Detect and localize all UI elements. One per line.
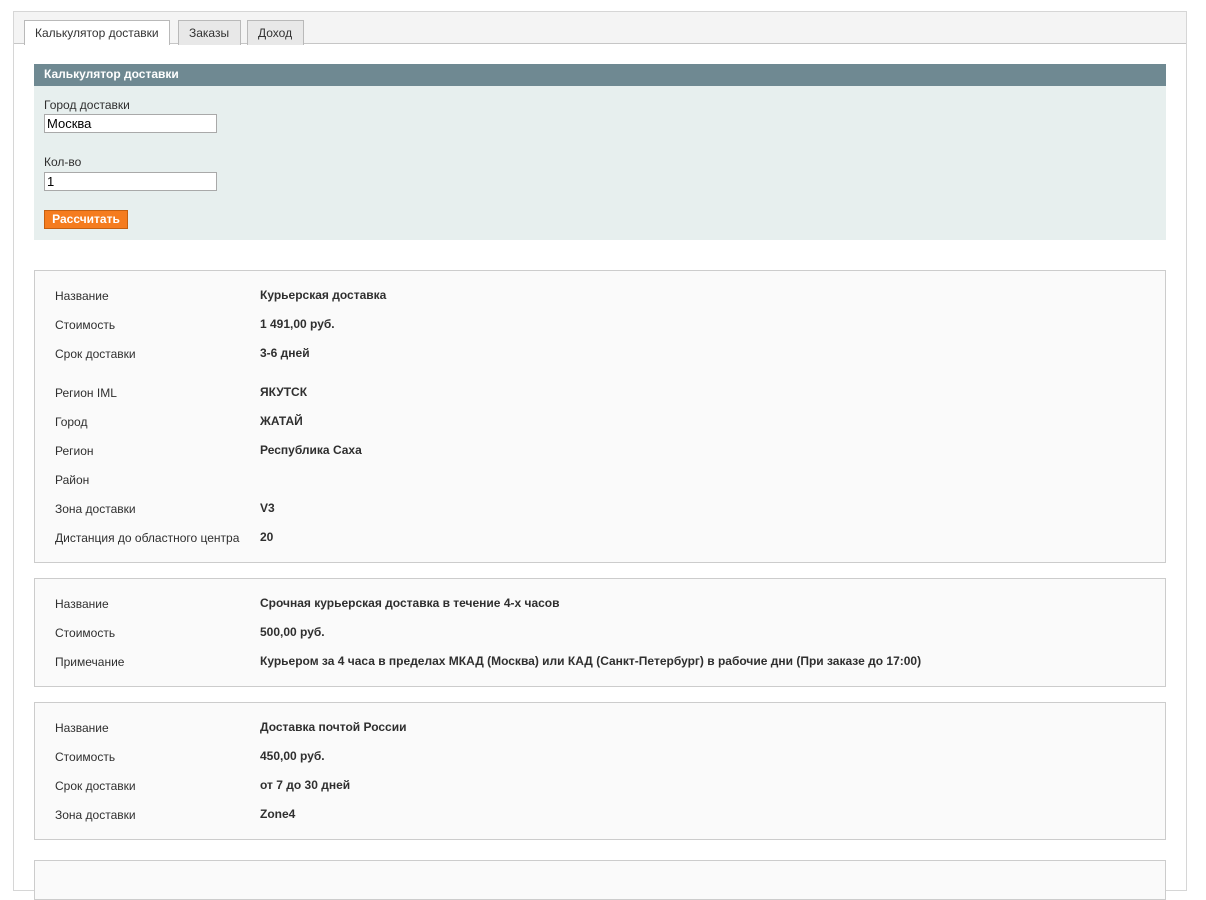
row-label: Название — [55, 289, 109, 303]
row-label: Название — [55, 721, 109, 735]
row-label: Примечание — [55, 655, 125, 669]
row-label: Название — [55, 597, 109, 611]
row-label: Стоимость — [55, 626, 116, 640]
row-label: Дистанция до областного центра — [55, 531, 240, 545]
row-value: Курьерская доставка — [260, 288, 387, 302]
row-value: Zone4 — [260, 807, 296, 821]
tab-orders[interactable]: Заказы — [178, 20, 241, 45]
calculator-title: Калькулятор доставки — [34, 64, 1166, 86]
row-value: V3 — [260, 501, 275, 515]
row-value: 20 — [260, 530, 274, 544]
row-label: Стоимость — [55, 318, 116, 332]
row-label: Зона доставки — [55, 502, 136, 516]
row-label: Регион — [55, 444, 94, 458]
city-label: Город доставки — [44, 98, 130, 112]
row-value: 1 491,00 руб. — [260, 317, 335, 331]
row-value: Курьером за 4 часа в пределах МКАД (Моск… — [260, 654, 922, 668]
row-label: Регион IML — [55, 386, 117, 400]
tab-income[interactable]: Доход — [247, 20, 304, 45]
row-value: Срочная курьерская доставка в течение 4-… — [260, 596, 560, 610]
calculator-form: Калькулятор доставки Город доставки Кол-… — [34, 64, 1166, 240]
quantity-input[interactable] — [44, 172, 217, 191]
calculate-button[interactable]: Рассчитать — [44, 210, 128, 229]
row-label: Город — [55, 415, 88, 429]
main-panel: Калькулятор доставки Заказы Доход Кальку… — [13, 11, 1187, 900]
row-value: 450,00 руб. — [260, 749, 325, 763]
row-label: Зона доставки — [55, 808, 136, 822]
quantity-label: Кол-во — [44, 155, 82, 169]
result-card-russian-post: Название Доставка почтой России Стоимост… — [34, 702, 1166, 840]
row-label: Район — [55, 473, 90, 487]
result-card-express: Название Срочная курьерская доставка в т… — [34, 578, 1166, 687]
row-label: Стоимость — [55, 750, 116, 764]
row-value: ЯКУТСК — [260, 385, 308, 399]
result-card-partial — [34, 860, 1166, 900]
row-value: 500,00 руб. — [260, 625, 325, 639]
tab-bar: Калькулятор доставки Заказы Доход — [14, 12, 1186, 45]
row-value: от 7 до 30 дней — [260, 778, 351, 792]
city-input[interactable] — [44, 114, 217, 133]
row-value: Республика Саха — [260, 443, 362, 457]
row-value: Доставка почтой России — [260, 720, 407, 734]
row-value: ЖАТАЙ — [260, 414, 303, 428]
row-value: 3-6 дней — [260, 346, 310, 360]
result-card-courier: Название Курьерская доставка Стоимость 1… — [34, 270, 1166, 563]
tab-delivery-calculator[interactable]: Калькулятор доставки — [24, 20, 170, 45]
row-label: Срок доставки — [55, 779, 136, 793]
row-label: Срок доставки — [55, 347, 136, 361]
